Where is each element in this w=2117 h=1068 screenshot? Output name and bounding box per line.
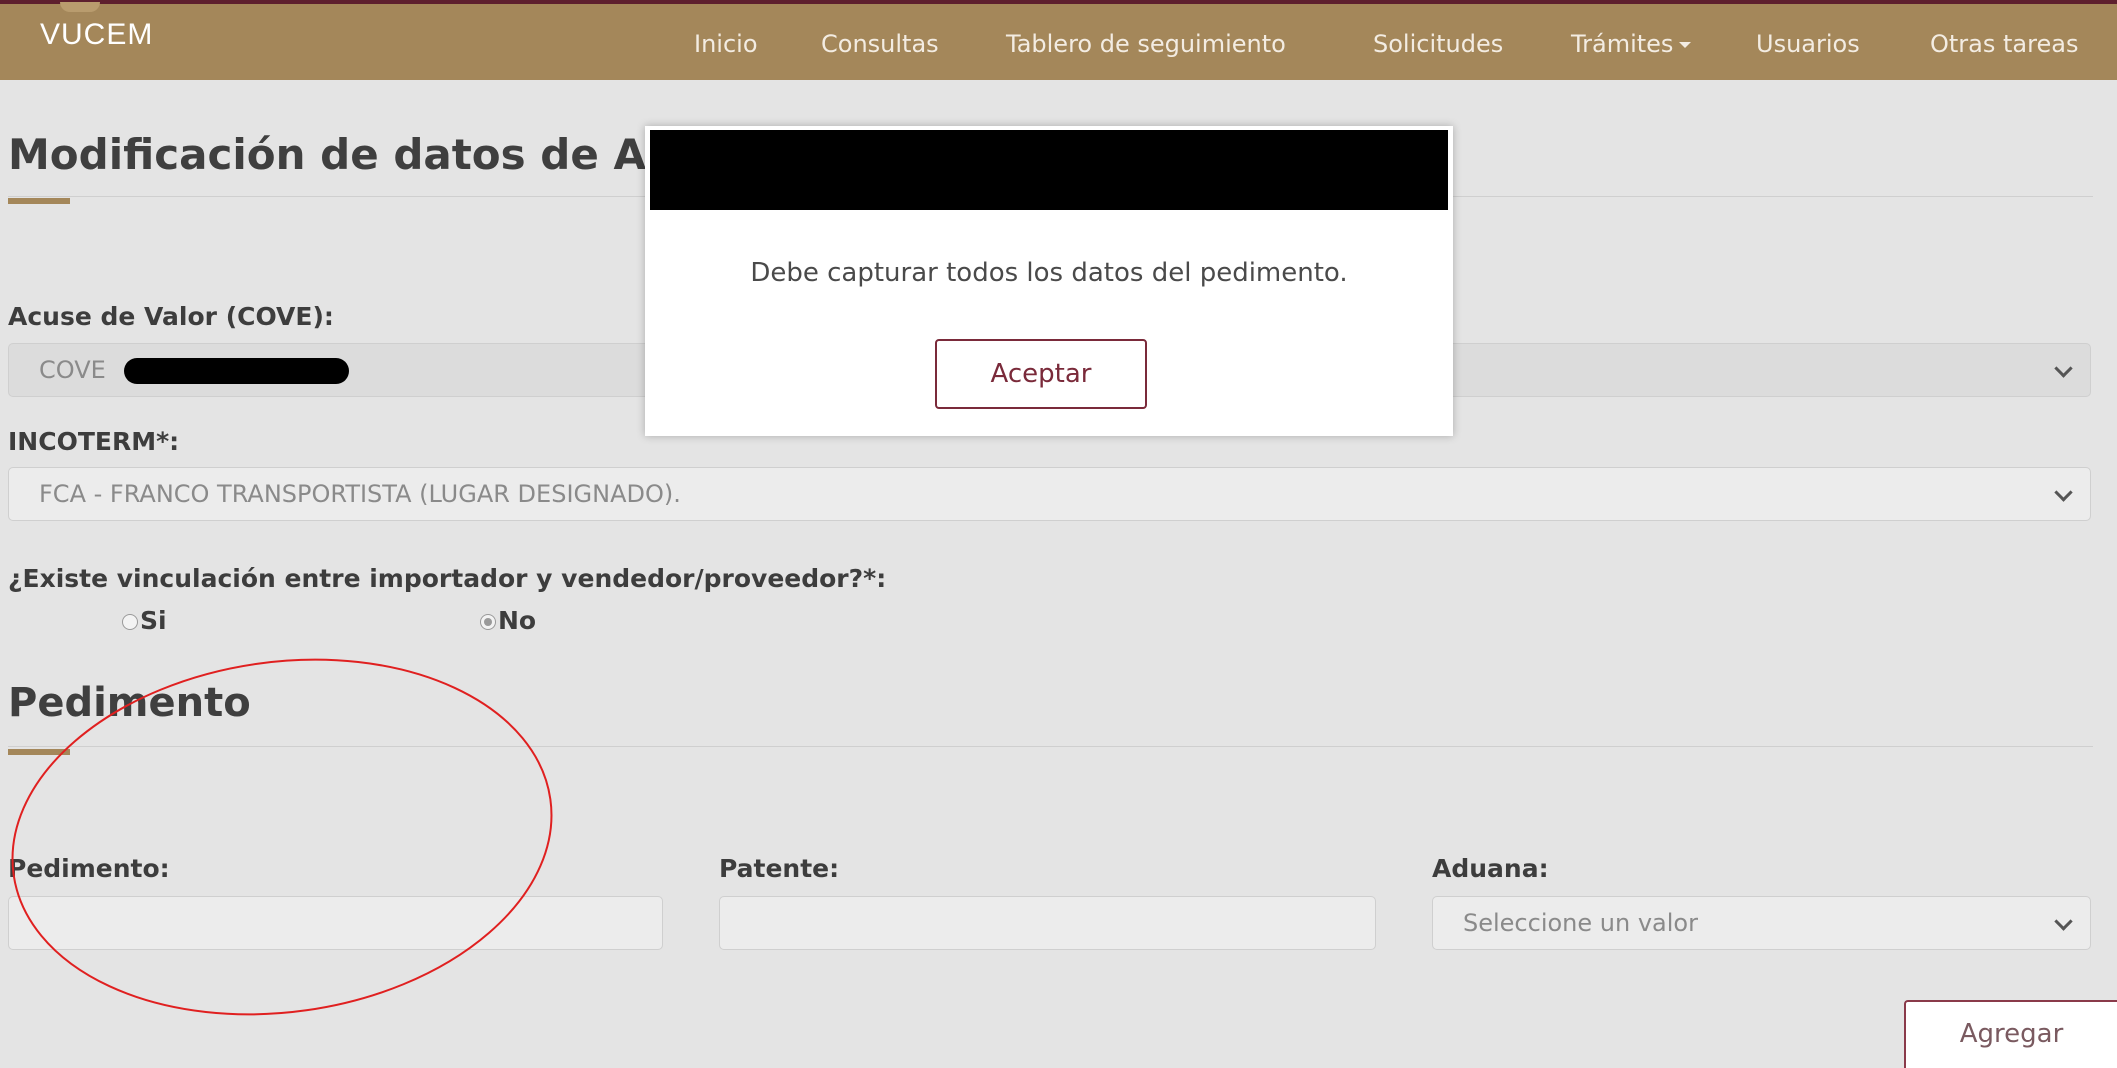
- nav-tramites[interactable]: Trámites: [1571, 30, 1692, 58]
- chevron-down-icon: [2054, 359, 2073, 378]
- cove-value: COVE: [39, 356, 106, 384]
- accept-button[interactable]: Aceptar: [935, 339, 1147, 409]
- nav-solicitudes[interactable]: Solicitudes: [1373, 30, 1503, 58]
- patente-label: Patente:: [719, 854, 840, 883]
- brand-emblem-icon: [60, 2, 100, 12]
- modal-header-redacted: [650, 130, 1448, 210]
- chevron-down-icon: [2054, 912, 2073, 931]
- radio-si-label: Si: [140, 606, 167, 635]
- pedimento-divider: [8, 746, 2093, 747]
- incoterm-select[interactable]: FCA - FRANCO TRANSPORTISTA (LUGAR DESIGN…: [8, 467, 2091, 521]
- title-accent-bar: [8, 198, 70, 204]
- patente-input[interactable]: [719, 896, 1376, 950]
- radio-no-button[interactable]: [480, 614, 496, 630]
- radio-no-label: No: [498, 606, 537, 635]
- alert-modal: Debe capturar todos los datos del pedime…: [645, 126, 1453, 436]
- brand-logo[interactable]: VUCEM: [40, 18, 153, 52]
- nav-usuarios[interactable]: Usuarios: [1756, 30, 1860, 58]
- vinculacion-label: ¿Existe vinculación entre importador y v…: [8, 564, 887, 593]
- aduana-placeholder: Seleccione un valor: [1463, 909, 1698, 937]
- pedimento-label: Pedimento:: [8, 854, 170, 883]
- nav-inicio[interactable]: Inicio: [694, 30, 758, 58]
- modal-message: Debe capturar todos los datos del pedime…: [750, 258, 1348, 288]
- radio-no[interactable]: No: [480, 606, 536, 635]
- radio-si[interactable]: Si: [122, 606, 167, 635]
- cove-label: Acuse de Valor (COVE):: [8, 302, 334, 331]
- incoterm-label: INCOTERM*:: [8, 427, 180, 456]
- redaction-mark: [124, 358, 349, 384]
- nav-tramites-label: Trámites: [1571, 30, 1674, 58]
- pedimento-accent-bar: [8, 749, 70, 755]
- aduana-label: Aduana:: [1432, 854, 1549, 883]
- agregar-button[interactable]: Agregar: [1904, 1000, 2117, 1068]
- aduana-select[interactable]: Seleccione un valor: [1432, 896, 2091, 950]
- pedimento-input[interactable]: [8, 896, 663, 950]
- incoterm-value: FCA - FRANCO TRANSPORTISTA (LUGAR DESIGN…: [39, 480, 681, 508]
- pedimento-section-title: Pedimento: [8, 680, 251, 726]
- top-navbar: VUCEM Inicio Consultas Tablero de seguim…: [0, 0, 2117, 80]
- nav-consultas[interactable]: Consultas: [821, 30, 939, 58]
- radio-si-button[interactable]: [122, 614, 138, 630]
- nav-tablero-seguimiento[interactable]: Tablero de seguimiento: [1006, 30, 1286, 58]
- caret-down-icon: [1679, 42, 1692, 48]
- nav-otras-tareas[interactable]: Otras tareas: [1930, 30, 2078, 58]
- chevron-down-icon: [2054, 483, 2073, 502]
- page-title: Modificación de datos de Ac: [8, 130, 671, 179]
